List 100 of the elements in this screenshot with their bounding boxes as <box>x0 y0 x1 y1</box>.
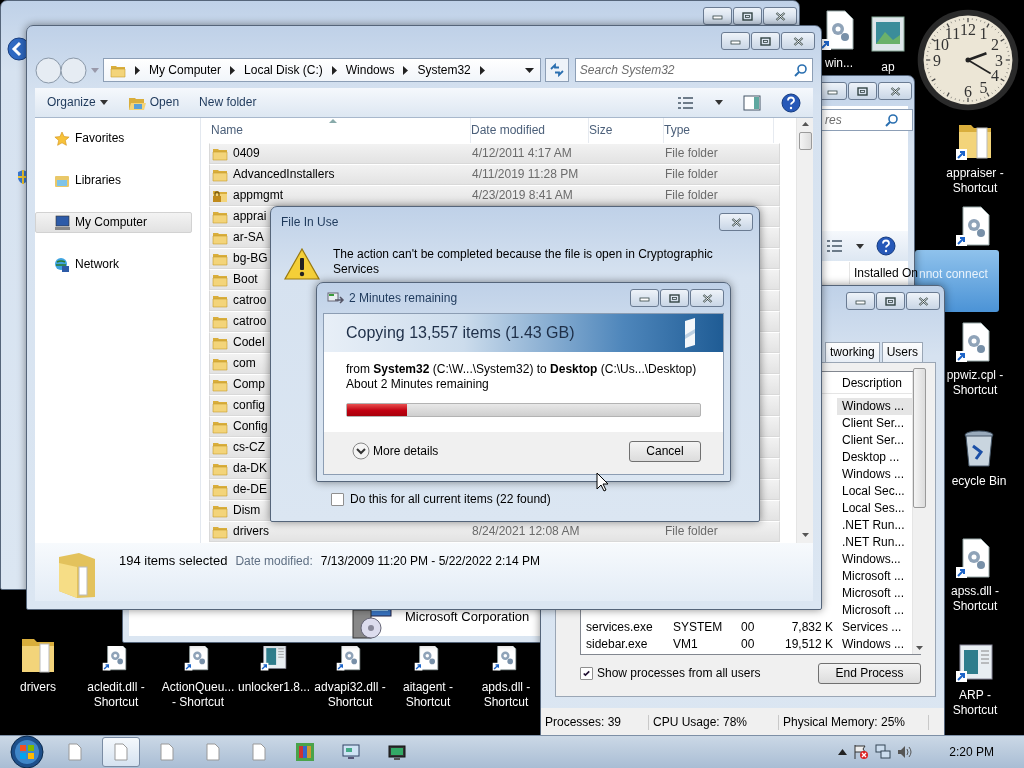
desktop-icon-label[interactable]: ppwiz.cpl - Shortcut <box>946 368 1004 398</box>
close-button[interactable] <box>781 32 815 50</box>
process-description[interactable]: Client Ser... <box>837 415 912 432</box>
start-button[interactable] <box>10 735 44 768</box>
chevron-icon[interactable] <box>479 65 485 75</box>
desktop-icon-label[interactable]: ARP - Shortcut <box>952 688 998 718</box>
desktop-icon-label[interactable]: unlocker1.8... <box>237 680 310 695</box>
process-description[interactable]: Windows ... <box>837 466 912 483</box>
chevron-icon[interactable] <box>403 65 409 75</box>
process-description[interactable]: Microsoft ... <box>837 602 912 619</box>
chevron-icon[interactable] <box>135 65 140 75</box>
minimize-button[interactable] <box>630 289 659 307</box>
nav-item[interactable]: Favorites <box>35 128 192 149</box>
desktop-icon-label[interactable]: ecycle Bin <box>951 474 1007 489</box>
close-button[interactable] <box>763 7 797 25</box>
column-header[interactable]: Installed On <box>849 262 919 284</box>
application-icon[interactable] <box>260 646 288 674</box>
toolbar-button[interactable]: Open <box>127 94 180 111</box>
close-button[interactable] <box>690 289 724 307</box>
maximize-button[interactable] <box>848 82 877 100</box>
desktop-icon-label[interactable]: apss.dll - Shortcut <box>951 584 999 614</box>
process-description[interactable]: Windows... <box>837 551 912 568</box>
toolbar-button[interactable]: New folder <box>199 95 257 110</box>
close-icon <box>730 217 742 227</box>
checkbox[interactable] <box>331 493 344 506</box>
minimize-button[interactable] <box>703 7 732 25</box>
process-description[interactable]: Desktop ... <box>837 449 912 466</box>
file-row[interactable]: appmgmt 4/23/2019 8:41 AM File folder <box>209 185 780 206</box>
desktop-icon-label[interactable]: ap <box>881 60 895 75</box>
dropdown-caret-icon[interactable] <box>856 243 864 249</box>
process-description[interactable]: Microsoft ... <box>837 568 912 585</box>
maximize-button[interactable] <box>751 32 780 50</box>
breadcrumb-item[interactable]: Windows <box>345 62 395 78</box>
minimize-button[interactable] <box>846 292 875 310</box>
process-name: sidebar.exe <box>585 637 649 652</box>
search-field[interactable]: res <box>825 112 885 128</box>
close-button[interactable] <box>719 213 753 231</box>
breadcrumb-item[interactable]: System32 <box>417 62 471 78</box>
desktop-icon-label[interactable]: aitagent - Shortcut <box>402 680 453 710</box>
refresh-button[interactable] <box>545 58 569 82</box>
view-options-icon[interactable] <box>826 239 844 253</box>
minimize-button[interactable] <box>721 32 750 50</box>
tab[interactable]: Users <box>881 342 924 362</box>
process-description[interactable]: Local Ses... <box>837 500 912 517</box>
dropdown-caret-icon[interactable] <box>525 67 534 73</box>
file-row[interactable]: AdvancedInstallers 4/11/2019 11:28 PM File folder <box>209 164 780 185</box>
process-description[interactable]: .NET Run... <box>837 534 912 551</box>
help-icon[interactable] <box>781 92 801 113</box>
desktop-icon-label[interactable]: win... <box>825 56 853 71</box>
process-description[interactable]: Client Ser... <box>837 432 912 449</box>
help-icon[interactable] <box>876 236 896 256</box>
search-field[interactable]: Search System32 <box>579 62 794 78</box>
process-description[interactable]: .NET Run... <box>837 517 912 534</box>
close-button[interactable] <box>878 82 912 100</box>
menu-button[interactable]: Organize <box>47 95 108 110</box>
desktop-icon-label[interactable]: drivers <box>20 680 56 695</box>
desktop-icon-label[interactable]: advapi32.dll - Shortcut <box>314 680 386 710</box>
breadcrumb-item[interactable]: Local Disk (C:) <box>244 62 323 78</box>
tab[interactable]: tworking <box>825 342 880 362</box>
search-box[interactable]: res <box>821 109 913 131</box>
process-description[interactable]: Services ... <box>837 619 912 636</box>
nav-item[interactable]: Libraries <box>35 170 192 191</box>
checkbox[interactable] <box>580 667 593 680</box>
breadcrumb-item[interactable]: My Computer <box>149 62 222 78</box>
address-bar[interactable]: My Computer Local Disk (C:) Windows System32 <box>103 58 541 82</box>
search-box[interactable]: Search System32 <box>574 58 813 82</box>
close-button[interactable] <box>906 292 940 310</box>
more-details-button[interactable]: More details <box>352 442 439 460</box>
preview-pane-icon[interactable] <box>743 94 761 111</box>
desktop-icon-label[interactable]: acledit.dll - Shortcut <box>87 680 145 710</box>
file-row[interactable]: 0409 4/12/2011 4:17 AM File folder <box>209 143 780 164</box>
process-description[interactable]: Microsoft ... <box>837 585 912 602</box>
desktop-icon-label[interactable]: apds.dll - Shortcut <box>481 680 531 710</box>
taskbar-clock[interactable]: 2:20 PM <box>949 744 994 760</box>
volume-icon[interactable] <box>897 744 914 760</box>
maximize-button[interactable] <box>876 292 905 310</box>
process-description[interactable]: Windows ... <box>837 636 912 653</box>
maximize-button[interactable] <box>660 289 689 307</box>
view-options-icon[interactable] <box>677 95 695 110</box>
process-description[interactable]: Windows ... <box>837 398 912 415</box>
process-description[interactable]: Local Sec... <box>837 483 912 500</box>
file-row[interactable]: drivers 8/24/2021 12:08 AM File folder <box>209 521 780 542</box>
flag-icon[interactable] <box>853 744 870 760</box>
nav-item[interactable]: Network <box>35 254 192 275</box>
chevron-icon[interactable] <box>230 65 236 75</box>
desktop-icon-label[interactable]: appraiser - Shortcut <box>946 166 1004 196</box>
chevron-icon[interactable] <box>331 65 337 75</box>
application-icon[interactable] <box>955 642 995 682</box>
maximize-button[interactable] <box>733 7 762 25</box>
show-hidden-icons-icon[interactable] <box>838 749 848 755</box>
picture-icon[interactable] <box>868 14 908 54</box>
scrollbar[interactable] <box>796 118 813 543</box>
nav-item[interactable]: My Computer <box>35 212 192 233</box>
scroll-thumb[interactable] <box>913 368 926 508</box>
scroll-thumb[interactable] <box>798 132 812 150</box>
cancel-button[interactable]: Cancel <box>629 440 701 462</box>
column-header[interactable]: Description <box>837 371 912 394</box>
network-icon[interactable] <box>875 744 892 760</box>
end-process-button[interactable]: End Process <box>818 663 921 684</box>
desktop-icon-label[interactable]: ActionQueu... - Shortcut <box>161 680 235 710</box>
